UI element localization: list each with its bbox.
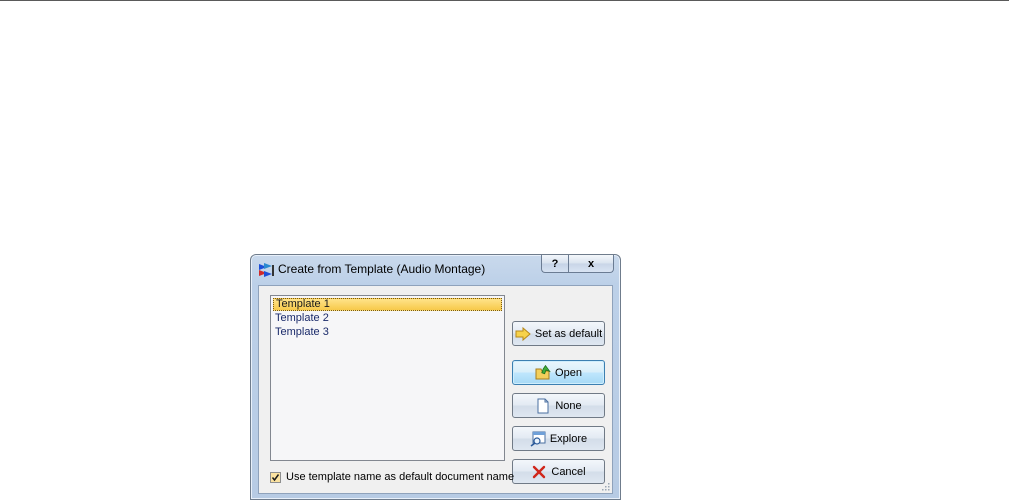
dialog-body: Template 1 Template 2 Template 3 Set as … (258, 285, 613, 494)
close-icon: x (587, 257, 595, 270)
dialog-title: Create from Template (Audio Montage) (278, 262, 486, 276)
none-button[interactable]: None (512, 393, 605, 418)
create-from-template-dialog: Create from Template (Audio Montage) ? x… (250, 254, 621, 500)
set-as-default-button[interactable]: Set as default (512, 321, 605, 346)
list-item-template-1[interactable]: Template 1 (273, 298, 502, 311)
open-button[interactable]: Open (512, 360, 605, 385)
list-item-template-3[interactable]: Template 3 (273, 326, 502, 339)
set-as-default-label: Set as default (534, 327, 603, 340)
window-top-edge (0, 0, 1009, 1)
blank-document-icon (537, 398, 549, 413)
help-button[interactable]: ? (541, 255, 568, 273)
explore-window-icon (530, 431, 546, 447)
explore-label: Explore (549, 432, 588, 445)
cancel-button[interactable]: Cancel (512, 459, 605, 484)
caption-buttons: ? x (541, 255, 614, 273)
cancel-label: Cancel (551, 465, 586, 478)
app-icon (259, 263, 274, 277)
title-bar[interactable]: Create from Template (Audio Montage) ? x (251, 255, 620, 285)
list-item-template-2[interactable]: Template 2 (273, 312, 502, 325)
none-label: None (555, 399, 582, 412)
arrow-right-icon (515, 326, 531, 341)
use-template-name-checkbox[interactable] (270, 471, 281, 483)
open-folder-icon (535, 364, 551, 379)
resize-grip-icon[interactable] (600, 481, 610, 491)
help-icon: ? (551, 257, 559, 270)
template-list[interactable]: Template 1 Template 2 Template 3 (270, 295, 505, 461)
cancel-x-icon (533, 465, 546, 478)
close-button[interactable]: x (568, 255, 614, 273)
use-template-name-label: Use template name as default document na… (286, 471, 515, 483)
explore-button[interactable]: Explore (512, 426, 605, 451)
open-label: Open (555, 366, 582, 379)
checkmark-icon (271, 473, 280, 481)
use-template-name-option[interactable]: Use template name as default document na… (270, 470, 514, 484)
